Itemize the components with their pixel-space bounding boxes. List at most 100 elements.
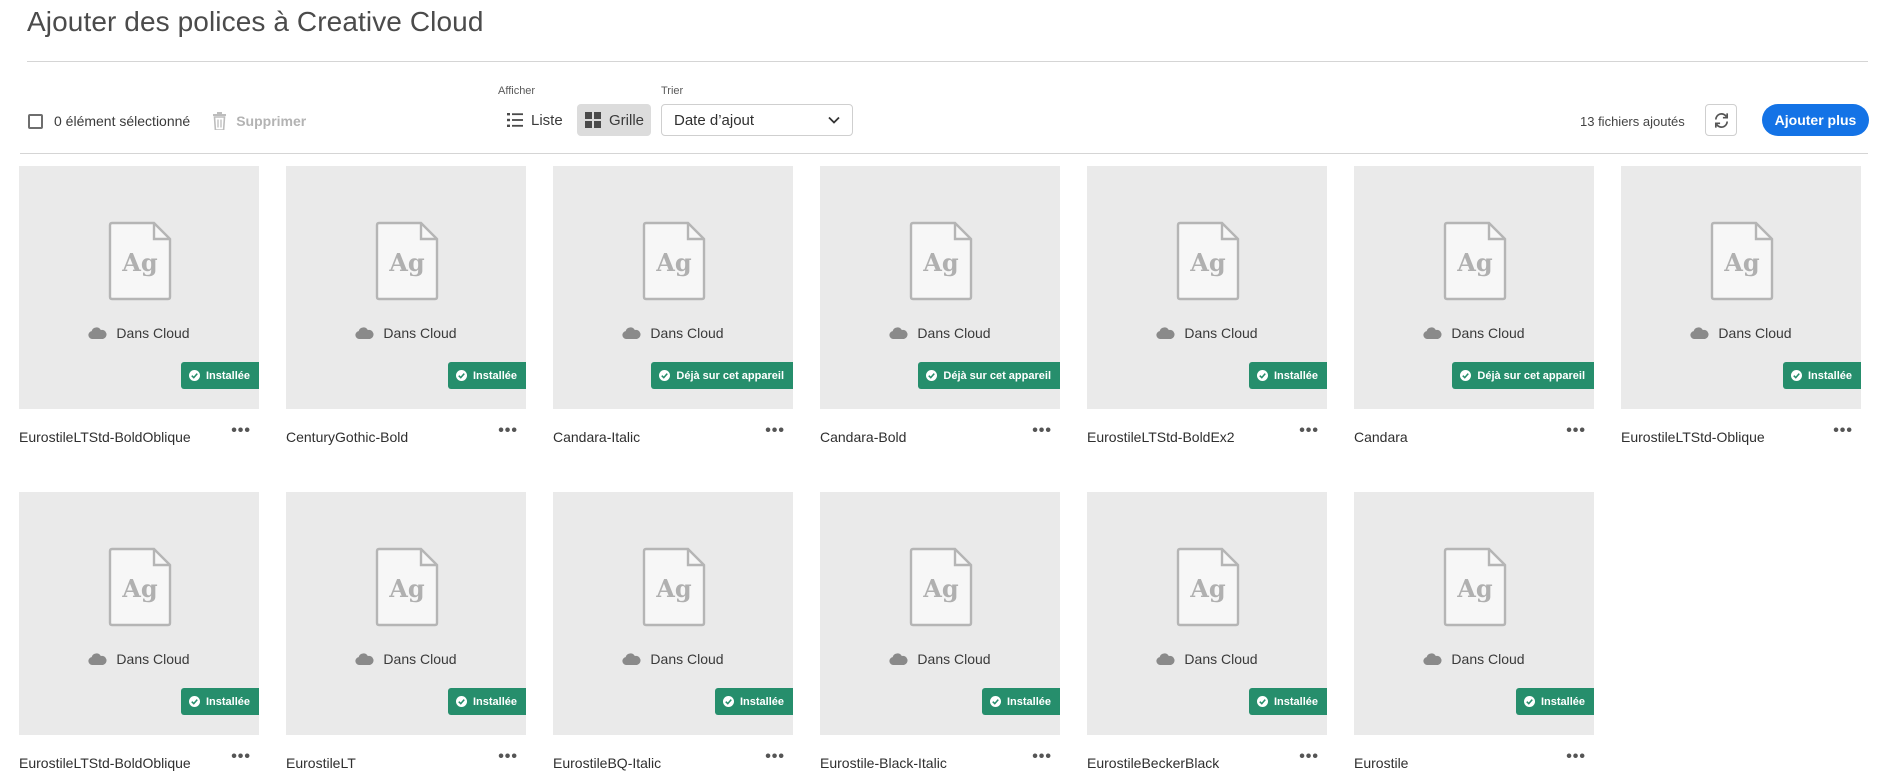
font-preview[interactable]: Ag Dans Cloud Déjà sur cet appareil	[553, 166, 793, 409]
status-badge-label: Installée	[1540, 695, 1585, 708]
cloud-icon	[1423, 327, 1442, 339]
status-badge-label: Déjà sur cet appareil	[1477, 369, 1585, 382]
cloud-status-label: Dans Cloud	[1451, 651, 1525, 667]
status-badge: Installée	[1248, 362, 1327, 389]
preview-glyph: Ag	[1456, 574, 1493, 603]
header-divider	[27, 61, 1868, 62]
refresh-button[interactable]	[1705, 104, 1737, 136]
more-options-icon[interactable]: •••	[1299, 422, 1319, 440]
status-badge: Installée	[180, 688, 259, 715]
font-card[interactable]: Ag Dans Cloud Installée EurostileLTStd-	[19, 166, 259, 445]
status-badge-label: Installée	[205, 695, 250, 708]
cloud-status: Dans Cloud	[19, 651, 259, 667]
cloud-icon	[1156, 327, 1175, 339]
more-options-icon[interactable]: •••	[765, 748, 785, 766]
font-card[interactable]: Ag Dans Cloud Installée EurostileBeckerB…	[1087, 492, 1327, 771]
checkmark-circle-icon	[1256, 370, 1268, 381]
preview-glyph: Ag	[388, 574, 425, 603]
more-options-icon[interactable]: •••	[1032, 422, 1052, 440]
font-card[interactable]: Ag Dans Cloud Déjà sur cet appareil Cand…	[820, 166, 1060, 445]
status-badge: Installée	[1248, 688, 1327, 715]
more-options-icon[interactable]: •••	[1566, 422, 1586, 440]
preview-glyph: Ag	[922, 248, 959, 277]
checkmark-circle-icon	[455, 696, 467, 707]
cloud-status-label: Dans Cloud	[650, 325, 724, 341]
sort-dropdown[interactable]: Date d’ajout	[661, 104, 853, 136]
view-group-label: Afficher	[498, 85, 536, 97]
cloud-status: Dans Cloud	[1621, 325, 1861, 341]
checkmark-circle-icon	[659, 370, 671, 381]
status-badge-label: Installée	[1006, 695, 1051, 708]
font-preview[interactable]: Ag Dans Cloud Déjà sur cet appareil	[820, 166, 1060, 409]
font-preview[interactable]: Ag Dans Cloud Installée	[286, 492, 526, 735]
cloud-status: Dans Cloud	[820, 651, 1060, 667]
cloud-status-label: Dans Cloud	[383, 325, 457, 341]
more-options-icon[interactable]: •••	[1833, 422, 1853, 440]
add-more-button[interactable]: Ajouter plus	[1762, 104, 1869, 136]
status-badge-label: Installée	[472, 369, 517, 382]
font-preview[interactable]: Ag Dans Cloud Installée	[1087, 166, 1327, 409]
delete-button[interactable]: Supprimer	[212, 112, 306, 130]
preview-glyph: Ag	[121, 248, 158, 277]
status-badge: Installée	[180, 362, 259, 389]
cloud-icon	[1156, 653, 1175, 665]
status-badge-label: Déjà sur cet appareil	[943, 369, 1051, 382]
font-card[interactable]: Ag Dans Cloud Déjà sur cet appareil Cand…	[553, 166, 793, 445]
font-card[interactable]: Ag Dans Cloud Installée EurostileLTStd-	[19, 492, 259, 771]
font-card[interactable]: Ag Dans Cloud Installée CenturyGothic-Bo…	[286, 166, 526, 445]
font-card[interactable]: Ag Dans Cloud Installée EurostileLTStd-	[1621, 166, 1861, 445]
more-options-icon[interactable]: •••	[1299, 748, 1319, 766]
font-name: EurostileLTStd-BoldOblique	[19, 429, 191, 445]
cloud-status: Dans Cloud	[820, 325, 1060, 341]
cloud-status-label: Dans Cloud	[650, 651, 724, 667]
font-preview[interactable]: Ag Dans Cloud Installée	[820, 492, 1060, 735]
more-options-icon[interactable]: •••	[1566, 748, 1586, 766]
cloud-icon	[1690, 327, 1709, 339]
checkmark-circle-icon	[989, 696, 1001, 707]
checkmark-circle-icon	[722, 696, 734, 707]
checkmark-circle-icon	[188, 696, 200, 707]
font-file-icon: Ag	[108, 547, 172, 627]
font-card[interactable]: Ag Dans Cloud Installée Eurostile •••	[1354, 492, 1594, 771]
cloud-status: Dans Cloud	[1087, 651, 1327, 667]
status-badge: Installée	[1515, 688, 1594, 715]
font-file-icon: Ag	[909, 221, 973, 301]
font-preview[interactable]: Ag Dans Cloud Installée	[19, 166, 259, 409]
font-card[interactable]: Ag Dans Cloud Installée EurostileBQ-Ital…	[553, 492, 793, 771]
checkmark-circle-icon	[926, 370, 938, 381]
font-preview[interactable]: Ag Dans Cloud Installée	[1621, 166, 1861, 409]
font-preview[interactable]: Ag Dans Cloud Installée	[286, 166, 526, 409]
view-grid-button[interactable]: Grille	[577, 104, 651, 136]
font-card[interactable]: Ag Dans Cloud Installée EurostileLT •••	[286, 492, 526, 771]
select-all-checkbox[interactable]	[28, 113, 43, 129]
font-file-icon: Ag	[108, 221, 172, 301]
cloud-status-label: Dans Cloud	[1718, 325, 1792, 341]
cloud-status: Dans Cloud	[286, 651, 526, 667]
more-options-icon[interactable]: •••	[765, 422, 785, 440]
more-options-icon[interactable]: •••	[498, 422, 518, 440]
chevron-down-icon	[828, 116, 840, 124]
font-file-icon: Ag	[375, 221, 439, 301]
font-file-icon: Ag	[642, 221, 706, 301]
font-card[interactable]: Ag Dans Cloud Déjà sur cet appareil Cand…	[1354, 166, 1594, 445]
more-options-icon[interactable]: •••	[231, 422, 251, 440]
view-list-button[interactable]: Liste	[499, 104, 563, 136]
font-preview[interactable]: Ag Dans Cloud Installée	[19, 492, 259, 735]
font-card[interactable]: Ag Dans Cloud Installée EurostileLTStd-	[1087, 166, 1327, 445]
preview-glyph: Ag	[922, 574, 959, 603]
more-options-icon[interactable]: •••	[1032, 748, 1052, 766]
more-options-icon[interactable]: •••	[498, 748, 518, 766]
font-preview[interactable]: Ag Dans Cloud Installée	[553, 492, 793, 735]
sort-group-label: Trier	[661, 85, 684, 97]
font-card[interactable]: Ag Dans Cloud Installée Eurostile-Black-…	[820, 492, 1060, 771]
cloud-status: Dans Cloud	[1087, 325, 1327, 341]
cloud-status-label: Dans Cloud	[1451, 325, 1525, 341]
delete-button-label: Supprimer	[236, 113, 307, 129]
cloud-status: Dans Cloud	[553, 651, 793, 667]
font-file-icon: Ag	[1176, 547, 1240, 627]
more-options-icon[interactable]: •••	[231, 748, 251, 766]
font-preview[interactable]: Ag Dans Cloud Déjà sur cet appareil	[1354, 166, 1594, 409]
font-preview[interactable]: Ag Dans Cloud Installée	[1087, 492, 1327, 735]
font-preview[interactable]: Ag Dans Cloud Installée	[1354, 492, 1594, 735]
cloud-status: Dans Cloud	[1354, 651, 1594, 667]
